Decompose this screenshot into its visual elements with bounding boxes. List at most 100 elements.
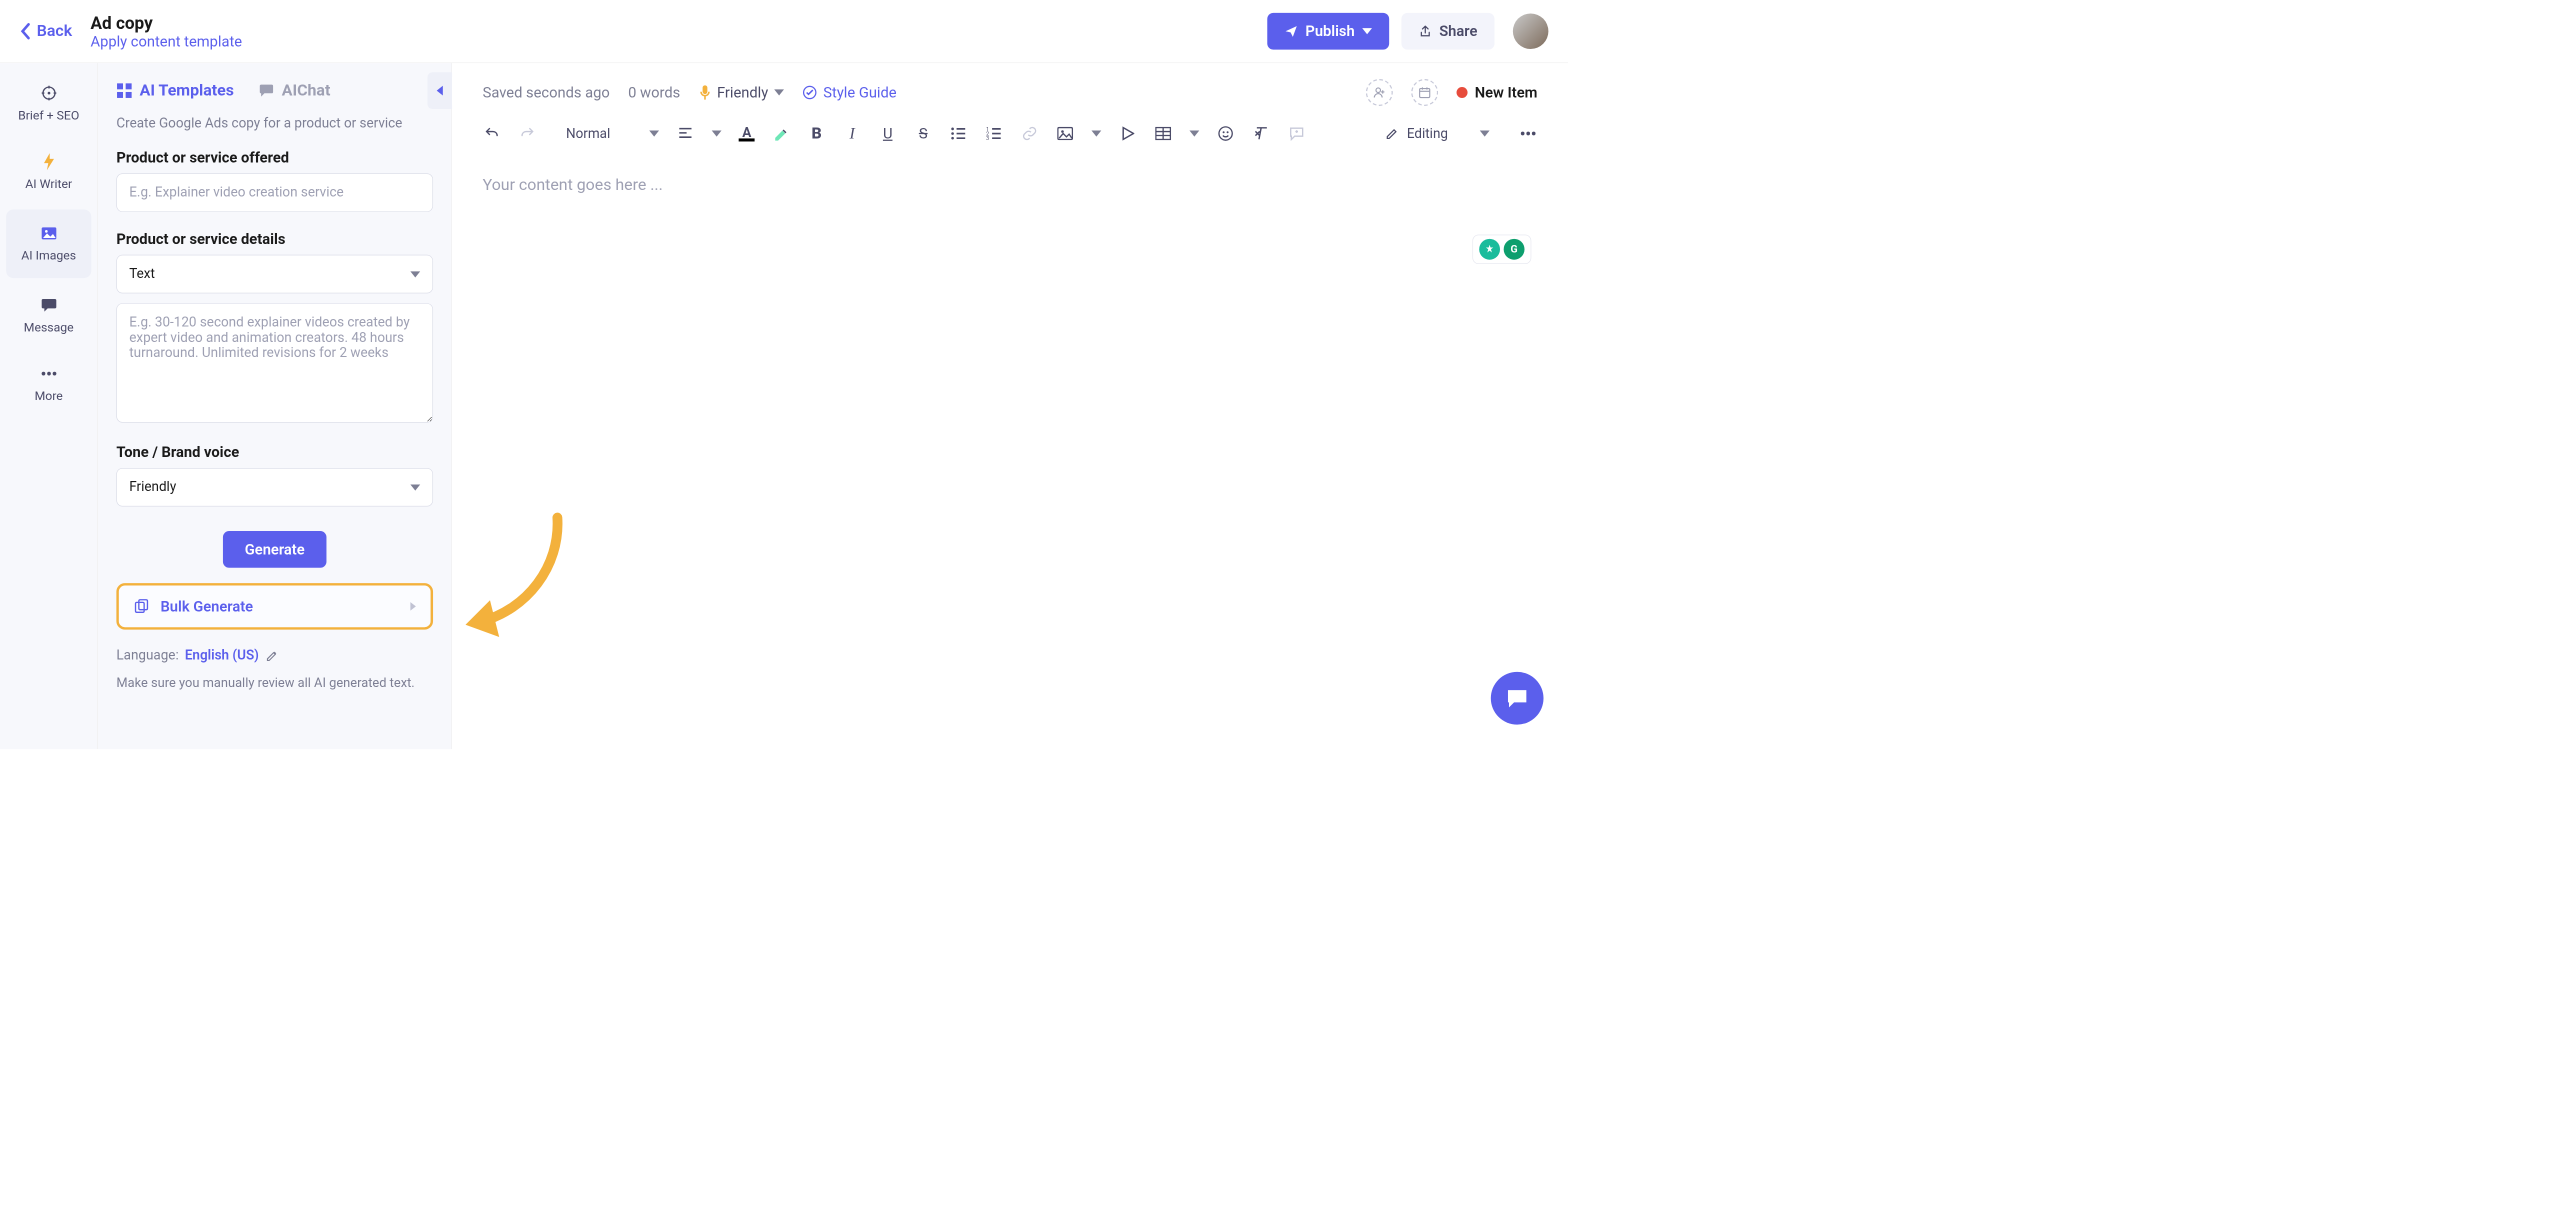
schedule-button[interactable] [1411,79,1438,106]
tone-select[interactable]: Friendly [116,468,433,507]
text-color-button[interactable]: A [739,126,755,142]
back-label: Back [37,22,72,40]
chat-icon [258,83,274,99]
tone-value: Friendly [129,480,176,495]
highlight-button[interactable] [772,124,790,142]
redo-button[interactable] [518,124,536,142]
editor-placeholder: Your content goes here ... [483,176,663,194]
grammarly-badge[interactable]: G [1504,239,1525,260]
clear-format-button[interactable] [1252,124,1270,142]
apply-template-link[interactable]: Apply content template [91,33,243,50]
rail-label: AI Images [21,248,76,263]
details-mode-select[interactable]: Text [116,255,433,294]
status-badge[interactable]: New Item [1456,84,1537,101]
chevron-down-icon [1362,28,1372,34]
chevron-down-icon [410,271,420,277]
language-value[interactable]: English (US) [185,648,259,663]
rail-ai-writer[interactable]: AI Writer [0,138,97,207]
chat-bubble-icon [1505,687,1530,710]
align-button[interactable] [676,124,694,142]
italic-button[interactable]: I [843,124,861,142]
product-label: Product or service offered [116,149,433,166]
rail-brief-seo[interactable]: Brief + SEO [0,69,97,138]
bolt-icon [40,153,57,170]
svg-text:3: 3 [986,136,989,140]
chevron-down-icon [410,484,420,490]
editor-canvas[interactable]: Your content goes here ... [452,151,1568,218]
check-badge-icon [802,85,817,100]
share-button[interactable]: Share [1401,13,1494,50]
rail-more[interactable]: More [0,350,97,419]
avatar[interactable] [1513,13,1549,49]
chevron-down-icon [774,89,784,95]
details-mode-value: Text [129,266,155,281]
editor-toolbar: Normal A B I U S 123 Editing [452,116,1568,152]
triangle-right-icon [410,602,416,611]
table-button[interactable] [1154,124,1172,142]
bold-button[interactable]: B [807,124,825,142]
format-value: Normal [566,126,610,141]
tab-label: AIChat [282,81,331,99]
image-button[interactable] [1056,124,1074,142]
collapse-panel-button[interactable] [428,72,453,109]
saved-status: Saved seconds ago [483,84,610,101]
more-toolbar-button[interactable] [1519,124,1537,142]
rail-label: Message [24,320,74,335]
message-icon [40,296,57,313]
product-input[interactable] [116,173,433,212]
back-button[interactable]: Back [20,22,73,40]
language-label: Language: [116,648,178,663]
mic-icon [699,85,711,101]
share-label: Share [1439,23,1477,40]
rail-message[interactable]: Message [0,281,97,350]
chevron-down-icon[interactable] [1092,130,1102,136]
rail-ai-images[interactable]: AI Images [6,209,91,278]
underline-button[interactable]: U [879,124,897,142]
details-textarea[interactable] [116,303,433,422]
chevron-down-icon [649,130,659,136]
send-icon [1285,25,1298,38]
link-button[interactable] [1021,124,1039,142]
emoji-button[interactable] [1217,124,1235,142]
chat-fab[interactable] [1491,672,1544,725]
tab-aichat[interactable]: AIChat [258,81,330,99]
word-count: 0 words [628,84,680,101]
copy-icon [134,598,150,614]
style-guide-label: Style Guide [823,84,896,101]
calendar-icon [1418,86,1431,99]
edit-icon[interactable] [265,649,278,662]
left-rail: Brief + SEO AI Writer AI Images Message … [0,63,98,749]
badge-1[interactable] [1479,239,1500,260]
sidebar-panel: AI Templates AIChat Create Google Ads co… [98,63,452,749]
chevron-down-icon[interactable] [712,130,722,136]
style-guide-link[interactable]: Style Guide [802,84,896,101]
number-list-button[interactable]: 123 [985,124,1003,142]
publish-label: Publish [1305,23,1354,40]
editor-area: Saved seconds ago 0 words Friendly Style… [452,63,1568,749]
status-label: New Item [1475,84,1538,101]
person-plus-icon [1372,86,1385,99]
details-label: Product or service details [116,230,433,247]
format-select[interactable]: Normal [566,126,659,141]
page-title: Ad copy [91,13,1268,33]
strike-button[interactable]: S [914,124,932,142]
undo-button[interactable] [483,124,501,142]
publish-button[interactable]: Publish [1267,13,1389,50]
ai-disclaimer: Make sure you manually review all AI gen… [116,674,433,693]
rail-label: More [35,388,63,403]
tone-dropdown[interactable]: Friendly [699,84,785,101]
bulk-generate-button[interactable]: Bulk Generate [116,583,433,630]
mode-label: Editing [1407,126,1448,141]
mode-select[interactable]: Editing [1385,126,1490,141]
tab-ai-templates[interactable]: AI Templates [116,81,234,99]
chevron-down-icon[interactable] [1190,130,1200,136]
comment-button[interactable] [1288,124,1306,142]
generate-button[interactable]: Generate [223,531,327,568]
tone-text: Friendly [717,84,768,101]
upload-icon [1418,25,1431,38]
video-button[interactable] [1119,124,1137,142]
top-header: Back Ad copy Apply content template Publ… [0,0,1568,63]
language-row: Language: English (US) [116,648,433,663]
bullet-list-button[interactable] [950,124,968,142]
add-collaborator-button[interactable] [1366,79,1393,106]
